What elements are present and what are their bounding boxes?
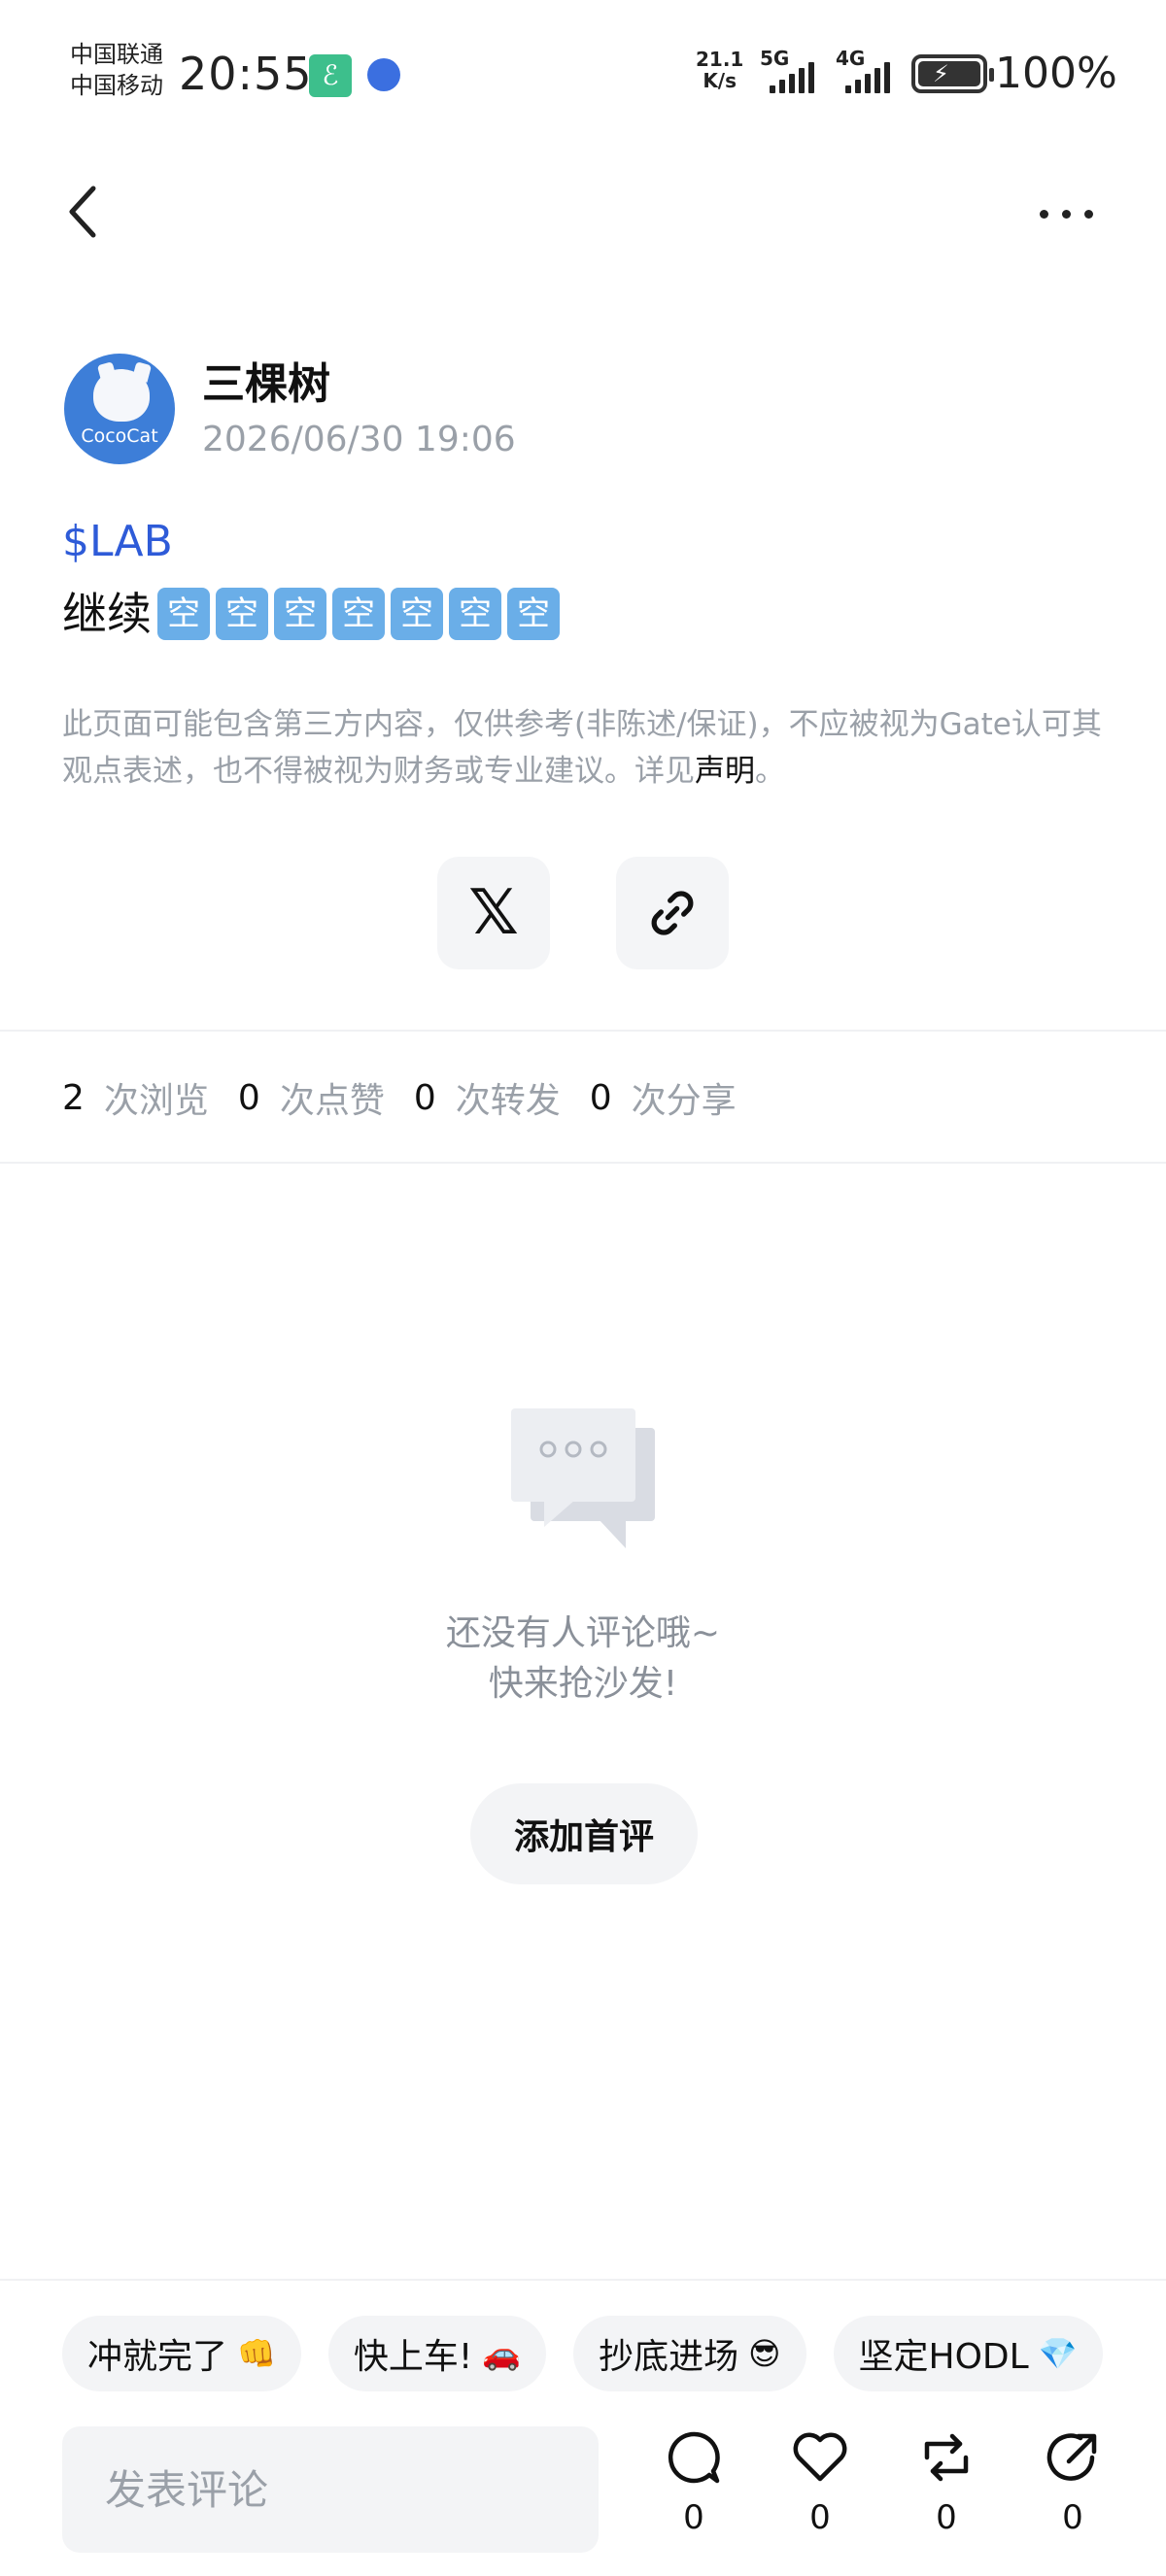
views-label: 次浏览	[103, 1081, 209, 1121]
reposts-count: 0	[413, 1077, 436, 1118]
share-to-x-button[interactable]: 𝕏	[437, 857, 550, 969]
post-text-word: 继续	[62, 588, 152, 640]
network-speed-unit: K/s	[703, 69, 737, 92]
more-horizontal-icon	[1039, 209, 1048, 219]
likes-label: 次点赞	[279, 1081, 385, 1121]
x-logo-icon: 𝕏	[468, 877, 519, 949]
planet-app-icon	[367, 58, 400, 91]
heart-icon	[793, 2432, 847, 2482]
divider	[0, 1162, 1166, 1164]
back-button[interactable]	[58, 181, 109, 243]
comment-count: 0	[683, 2498, 704, 2537]
views-count: 2	[62, 1077, 85, 1118]
avatar-label: CocoCat	[81, 425, 158, 447]
status-time: 20:55	[179, 48, 313, 100]
chat-bubbles-icon	[511, 1408, 655, 1548]
repost-icon	[924, 2433, 969, 2482]
disclaimer-end: 。	[755, 754, 785, 789]
divider	[0, 2279, 1166, 2281]
share-button[interactable]: 0	[1024, 2428, 1121, 2555]
reposts-label: 次转发	[455, 1081, 561, 1121]
comment-input[interactable]	[62, 2426, 599, 2553]
comment-icon	[668, 2431, 720, 2484]
cat-icon	[93, 369, 150, 422]
like-count: 0	[809, 2498, 831, 2537]
post-timestamp: 2026/06/30 19:06	[202, 420, 516, 459]
repost-button[interactable]: 0	[898, 2428, 995, 2555]
like-button[interactable]: 0	[772, 2428, 869, 2555]
quick-reply-text: 快上车!	[353, 2337, 473, 2377]
carrier-2: 中国移动	[70, 72, 163, 99]
share-count: 0	[1062, 2498, 1083, 2537]
post-text: 继续 空空空空空空空	[62, 581, 560, 647]
status-bar: 中国联通 中国移动 20:55 ℰ 21.1 K/s 5G 4G ⚡ 100%	[0, 0, 1166, 146]
post-stats: 2 次浏览 0 次点赞 0 次转发 0 次分享	[62, 1068, 766, 1127]
author-name[interactable]: 三棵树	[202, 356, 330, 414]
quick-reply-text: 抄底进场	[599, 2337, 739, 2377]
signal-4g-icon: 4G	[836, 47, 894, 95]
empty-emoji-icon: 空	[157, 588, 210, 640]
more-options-button[interactable]	[1030, 194, 1102, 233]
shares-label: 次分享	[631, 1081, 737, 1121]
fist-emoji-icon: 👊	[237, 2335, 276, 2372]
chevron-left-icon	[69, 186, 96, 238]
shares-count: 0	[589, 1077, 612, 1118]
copy-link-button[interactable]	[616, 857, 729, 969]
empty-emoji-icon: 空	[216, 588, 268, 640]
empty-emoji-row: 空空空空空空空	[152, 588, 560, 640]
empty-emoji-icon: 空	[332, 588, 385, 640]
battery-icon: ⚡	[911, 54, 994, 93]
disclaimer-link[interactable]: 声明	[695, 754, 755, 789]
car-emoji-icon: 🚗	[482, 2335, 522, 2372]
share-icon	[1046, 2433, 1097, 2481]
carrier-1: 中国联通	[70, 41, 163, 68]
link-icon	[651, 891, 694, 935]
empty-emoji-icon: 空	[274, 588, 326, 640]
quick-reply-text: 坚定HODL	[858, 2337, 1029, 2377]
repost-count: 0	[936, 2498, 957, 2537]
empty-emoji-icon: 空	[391, 588, 443, 640]
quick-reply-text: 冲就完了	[87, 2337, 228, 2377]
quick-reply-chip[interactable]: 抄底进场 😎	[573, 2316, 806, 2391]
quick-reply-chip[interactable]: 快上车! 🚗	[327, 2316, 547, 2391]
network-speed-value: 21.1	[696, 48, 744, 71]
empty-emoji-icon: 空	[507, 588, 560, 640]
empty-message-line-2: 快来抢沙发!	[488, 1664, 678, 1704]
divider	[0, 1030, 1166, 1032]
sunglasses-emoji-icon: 😎	[748, 2335, 781, 2372]
carrier-info: 中国联通 中国移动	[70, 39, 163, 101]
app-notification-icon: ℰ	[309, 54, 352, 97]
quick-reply-chip[interactable]: 坚定HODL 💎	[833, 2316, 1103, 2391]
avatar[interactable]: CocoCat	[64, 354, 175, 464]
empty-message-line-1: 还没有人评论哦~	[445, 1613, 721, 1653]
signal-5g-icon: 5G	[760, 47, 818, 95]
quick-reply-list: 冲就完了 👊 快上车! 🚗 抄底进场 😎 坚定HODL 💎	[62, 2316, 1103, 2391]
empty-emoji-icon: 空	[449, 588, 501, 640]
ticker-link[interactable]: $LAB	[62, 513, 173, 571]
add-first-comment-button[interactable]: 添加首评	[470, 1783, 698, 1884]
disclaimer: 此页面可能包含第三方内容，仅供参考(非陈述/保证)，不应被视为Gate认可其观点…	[62, 701, 1112, 795]
comment-button[interactable]: 0	[645, 2428, 742, 2555]
disclaimer-text: 此页面可能包含第三方内容，仅供参考(非陈述/保证)，不应被视为Gate认可其观点…	[62, 707, 1102, 789]
likes-count: 0	[237, 1077, 260, 1118]
battery-percent: 100%	[995, 49, 1117, 98]
gem-emoji-icon: 💎	[1038, 2335, 1078, 2372]
network-speed: 21.1 K/s	[696, 49, 743, 91]
quick-reply-chip[interactable]: 冲就完了 👊	[62, 2316, 301, 2391]
